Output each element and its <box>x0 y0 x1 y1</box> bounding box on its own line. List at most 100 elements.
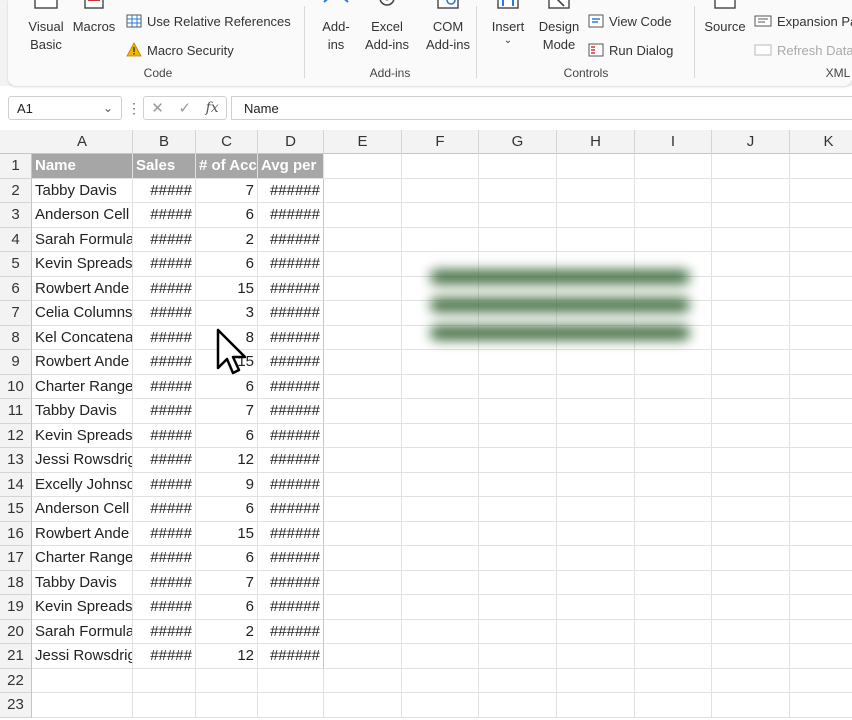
table-cell[interactable]: Rowbert Ande <box>32 276 133 301</box>
empty-cell[interactable] <box>712 693 790 718</box>
empty-cell[interactable] <box>402 570 479 595</box>
table-cell[interactable]: 6 <box>196 546 258 571</box>
xml-source-button[interactable]: Source <box>702 0 748 36</box>
table-cell[interactable]: Kevin Spreads <box>32 252 133 277</box>
table-cell[interactable]: Jessi Rowsdrig <box>32 644 133 669</box>
table-cell[interactable]: ###### <box>258 423 324 448</box>
table-cell[interactable]: 15 <box>196 521 258 546</box>
empty-cell[interactable] <box>790 424 852 448</box>
empty-cell[interactable] <box>557 693 635 718</box>
table-header-cell[interactable]: # of Acc <box>196 154 258 179</box>
table-cell[interactable]: ##### <box>133 227 196 252</box>
column-header-k[interactable]: K <box>790 130 852 154</box>
expansion-packs-button[interactable]: Expansion Pa <box>754 13 852 29</box>
empty-cell[interactable] <box>479 374 557 399</box>
row-header-21[interactable]: 21 <box>0 644 32 669</box>
empty-cell[interactable] <box>557 178 635 203</box>
empty-cell[interactable] <box>324 252 402 277</box>
row-header-9[interactable]: 9 <box>0 350 32 375</box>
empty-cell[interactable] <box>635 448 712 473</box>
empty-cell[interactable] <box>557 154 635 179</box>
empty-cell[interactable] <box>402 644 479 669</box>
empty-cell[interactable] <box>790 375 852 399</box>
table-cell[interactable]: Excelly Johnso <box>32 472 133 497</box>
table-cell[interactable]: 6 <box>196 203 258 228</box>
row-header-3[interactable]: 3 <box>0 203 32 228</box>
empty-cell[interactable] <box>324 301 402 326</box>
empty-cell[interactable] <box>712 595 790 620</box>
column-header-h[interactable]: H <box>557 130 635 154</box>
row-header-10[interactable]: 10 <box>0 374 32 399</box>
table-cell[interactable]: ###### <box>258 497 324 522</box>
table-cell[interactable]: 3 <box>196 301 258 326</box>
empty-cell[interactable] <box>635 644 712 669</box>
visual-basic-button[interactable]: Visual Basic <box>26 0 66 54</box>
empty-cell[interactable] <box>324 154 402 179</box>
empty-cell[interactable] <box>790 571 852 595</box>
table-cell[interactable]: 7 <box>196 178 258 203</box>
empty-cell[interactable] <box>635 203 712 228</box>
empty-cell[interactable] <box>712 570 790 595</box>
empty-cell[interactable] <box>635 423 712 448</box>
enter-check-icon[interactable]: ✓ <box>178 99 191 117</box>
table-cell[interactable]: 6 <box>196 423 258 448</box>
empty-cell[interactable] <box>790 497 852 522</box>
empty-cell[interactable] <box>635 693 712 718</box>
empty-cell[interactable] <box>712 374 790 399</box>
table-cell[interactable]: ##### <box>133 546 196 571</box>
empty-cell[interactable] <box>32 693 133 718</box>
empty-cell[interactable] <box>402 227 479 252</box>
design-mode-button[interactable]: Design Mode <box>536 0 582 54</box>
empty-cell[interactable] <box>402 178 479 203</box>
table-cell[interactable]: Celia Columns <box>32 301 133 326</box>
table-cell[interactable]: ##### <box>133 350 196 375</box>
empty-cell[interactable] <box>790 620 852 644</box>
empty-cell[interactable] <box>479 546 557 571</box>
refresh-data-button[interactable]: Refresh Data <box>754 42 852 58</box>
column-header-c[interactable]: C <box>196 130 258 154</box>
empty-cell[interactable] <box>402 350 479 375</box>
empty-cell[interactable] <box>557 227 635 252</box>
table-cell[interactable]: ##### <box>133 399 196 424</box>
table-cell[interactable]: 2 <box>196 619 258 644</box>
empty-cell[interactable] <box>557 203 635 228</box>
empty-cell[interactable] <box>479 570 557 595</box>
empty-cell[interactable] <box>790 350 852 375</box>
empty-cell[interactable] <box>790 693 852 718</box>
column-header-e[interactable]: E <box>324 130 402 154</box>
empty-cell[interactable] <box>402 154 479 179</box>
empty-cell[interactable] <box>557 472 635 497</box>
empty-cell[interactable] <box>133 693 196 718</box>
view-code-button[interactable]: View Code <box>588 13 672 29</box>
empty-cell[interactable] <box>557 668 635 693</box>
table-cell[interactable]: ##### <box>133 423 196 448</box>
row-header-7[interactable]: 7 <box>0 301 32 326</box>
empty-cell[interactable] <box>32 668 133 693</box>
chevron-down-icon[interactable]: ⌄ <box>103 101 113 115</box>
table-cell[interactable]: ###### <box>258 619 324 644</box>
empty-cell[interactable] <box>324 448 402 473</box>
empty-cell[interactable] <box>324 276 402 301</box>
empty-cell[interactable] <box>402 693 479 718</box>
empty-cell[interactable] <box>479 693 557 718</box>
empty-cell[interactable] <box>712 325 790 350</box>
table-cell[interactable]: 6 <box>196 497 258 522</box>
empty-cell[interactable] <box>557 399 635 424</box>
empty-cell[interactable] <box>712 521 790 546</box>
empty-cell[interactable] <box>712 350 790 375</box>
empty-cell[interactable] <box>479 154 557 179</box>
empty-cell[interactable] <box>479 399 557 424</box>
name-box[interactable]: A1 ⌄ <box>8 96 122 120</box>
empty-cell[interactable] <box>790 522 852 546</box>
row-header-22[interactable]: 22 <box>0 668 32 693</box>
empty-cell[interactable] <box>557 521 635 546</box>
empty-cell[interactable] <box>402 374 479 399</box>
add-ins-button[interactable]: Add- ins <box>316 0 356 54</box>
table-cell[interactable]: ###### <box>258 521 324 546</box>
empty-cell[interactable] <box>258 693 324 718</box>
table-cell[interactable]: ###### <box>258 227 324 252</box>
table-cell[interactable]: ##### <box>133 203 196 228</box>
empty-cell[interactable] <box>635 595 712 620</box>
empty-cell[interactable] <box>479 619 557 644</box>
empty-cell[interactable] <box>324 497 402 522</box>
